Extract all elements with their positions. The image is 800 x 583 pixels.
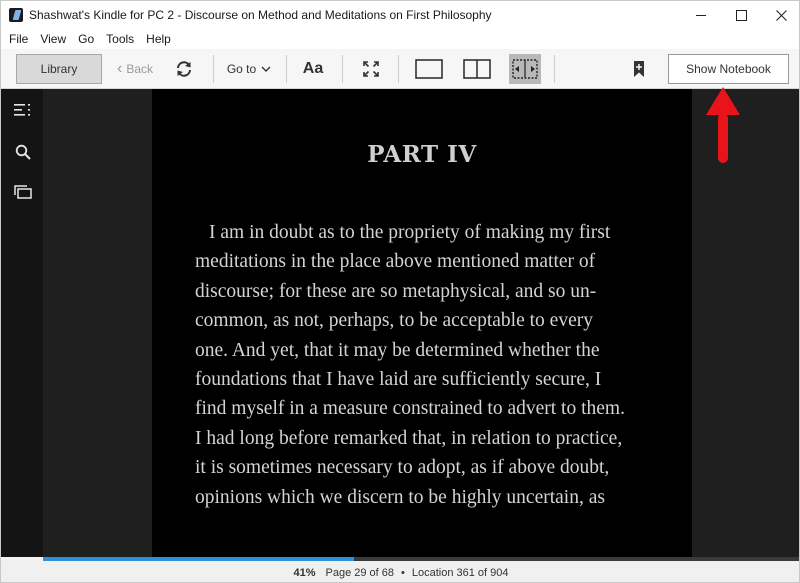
status-bar: 41% Page 29 of 68 • Location 361 of 904 — [1, 561, 799, 582]
table-of-contents-icon — [14, 104, 30, 116]
toolbar-separator — [342, 55, 343, 83]
show-notebook-button[interactable]: Show Notebook — [668, 54, 789, 84]
text-line: it is sometimes necessary to adopt, as i… — [195, 457, 610, 479]
chevron-down-icon — [261, 66, 271, 72]
bookmark-add-icon — [634, 61, 644, 77]
single-column-icon — [415, 59, 443, 79]
search-button[interactable] — [13, 143, 33, 161]
text-line: I had long before remarked that, in rela… — [195, 427, 623, 449]
chapter-title: PART IV — [367, 141, 477, 168]
annotation-arrow-icon — [706, 87, 740, 163]
flashcards-button[interactable] — [13, 183, 33, 201]
kindle-window: Shashwat's Kindle for PC 2 - Discourse o… — [0, 0, 800, 583]
status-separator-dot: • — [401, 566, 405, 579]
back-button[interactable]: ‹ Back — [111, 54, 159, 84]
menu-bar: File View Go Tools Help — [1, 29, 799, 49]
toolbar-separator — [554, 55, 555, 83]
progress-percent: 41% — [293, 566, 316, 579]
add-bookmark-button[interactable] — [628, 54, 650, 84]
text-line: opinions which we discern to be highly u… — [195, 486, 605, 508]
font-settings-label: Aa — [302, 60, 324, 77]
go-to-button[interactable]: Go to — [223, 54, 275, 84]
font-settings-button[interactable]: Aa — [299, 54, 327, 84]
book-text[interactable]: I am in doubt as to the propriety of mak… — [195, 218, 665, 512]
back-chevron-icon: ‹ — [116, 60, 123, 77]
table-of-contents-button[interactable] — [13, 101, 33, 119]
minimize-button[interactable] — [681, 1, 721, 29]
text-line: foundations that I have laid are suffici… — [195, 369, 602, 391]
reader-toolbar: Library ‹ Back Go to Aa Show Notebook — [1, 49, 799, 89]
left-sidebar — [1, 89, 43, 557]
two-column-icon — [463, 59, 491, 79]
back-button-label: Back — [126, 62, 153, 76]
menu-go[interactable]: Go — [72, 29, 100, 49]
close-icon — [775, 9, 787, 21]
two-column-button[interactable] — [462, 57, 492, 81]
library-button[interactable]: Library — [16, 54, 102, 84]
sync-button[interactable] — [171, 54, 197, 84]
menu-file[interactable]: File — [3, 29, 34, 49]
flashcards-icon — [14, 185, 32, 199]
book-page[interactable]: PART IV I am in doubt as to the propriet… — [152, 89, 692, 557]
sync-icon — [177, 61, 191, 77]
maximize-button[interactable] — [721, 1, 761, 29]
fullscreen-icon — [363, 61, 379, 77]
go-to-label: Go to — [226, 62, 257, 76]
toolbar-separator — [213, 55, 214, 83]
location-indicator: Location 361 of 904 — [411, 566, 509, 579]
text-line: find myself in a measure constrained to … — [195, 398, 625, 420]
library-button-label: Library — [40, 62, 78, 76]
page-indicator: Page 29 of 68 — [325, 566, 395, 579]
close-button[interactable] — [761, 1, 799, 29]
search-icon — [15, 144, 31, 160]
fullscreen-button[interactable] — [357, 54, 385, 84]
fit-page-icon — [512, 59, 538, 79]
window-title: Shashwat's Kindle for PC 2 - Discourse o… — [29, 8, 492, 22]
show-notebook-label: Show Notebook — [686, 62, 771, 76]
menu-tools[interactable]: Tools — [100, 29, 140, 49]
text-line: I am in doubt as to the propriety of mak… — [209, 222, 611, 243]
toolbar-separator — [286, 55, 287, 83]
text-line: one. And yet, that it may be determined … — [195, 339, 600, 361]
menu-view[interactable]: View — [34, 29, 72, 49]
text-line: meditations in the place above mentioned… — [195, 251, 596, 273]
text-line: common, as not, perhaps, to be acceptabl… — [195, 310, 593, 332]
kindle-app-icon — [9, 8, 23, 22]
title-bar: Shashwat's Kindle for PC 2 - Discourse o… — [1, 1, 799, 29]
fit-page-button[interactable] — [509, 54, 541, 84]
text-line: discourse; for these are so metaphysical… — [195, 280, 597, 302]
toolbar-separator — [398, 55, 399, 83]
menu-help[interactable]: Help — [140, 29, 177, 49]
single-column-button[interactable] — [414, 57, 444, 81]
